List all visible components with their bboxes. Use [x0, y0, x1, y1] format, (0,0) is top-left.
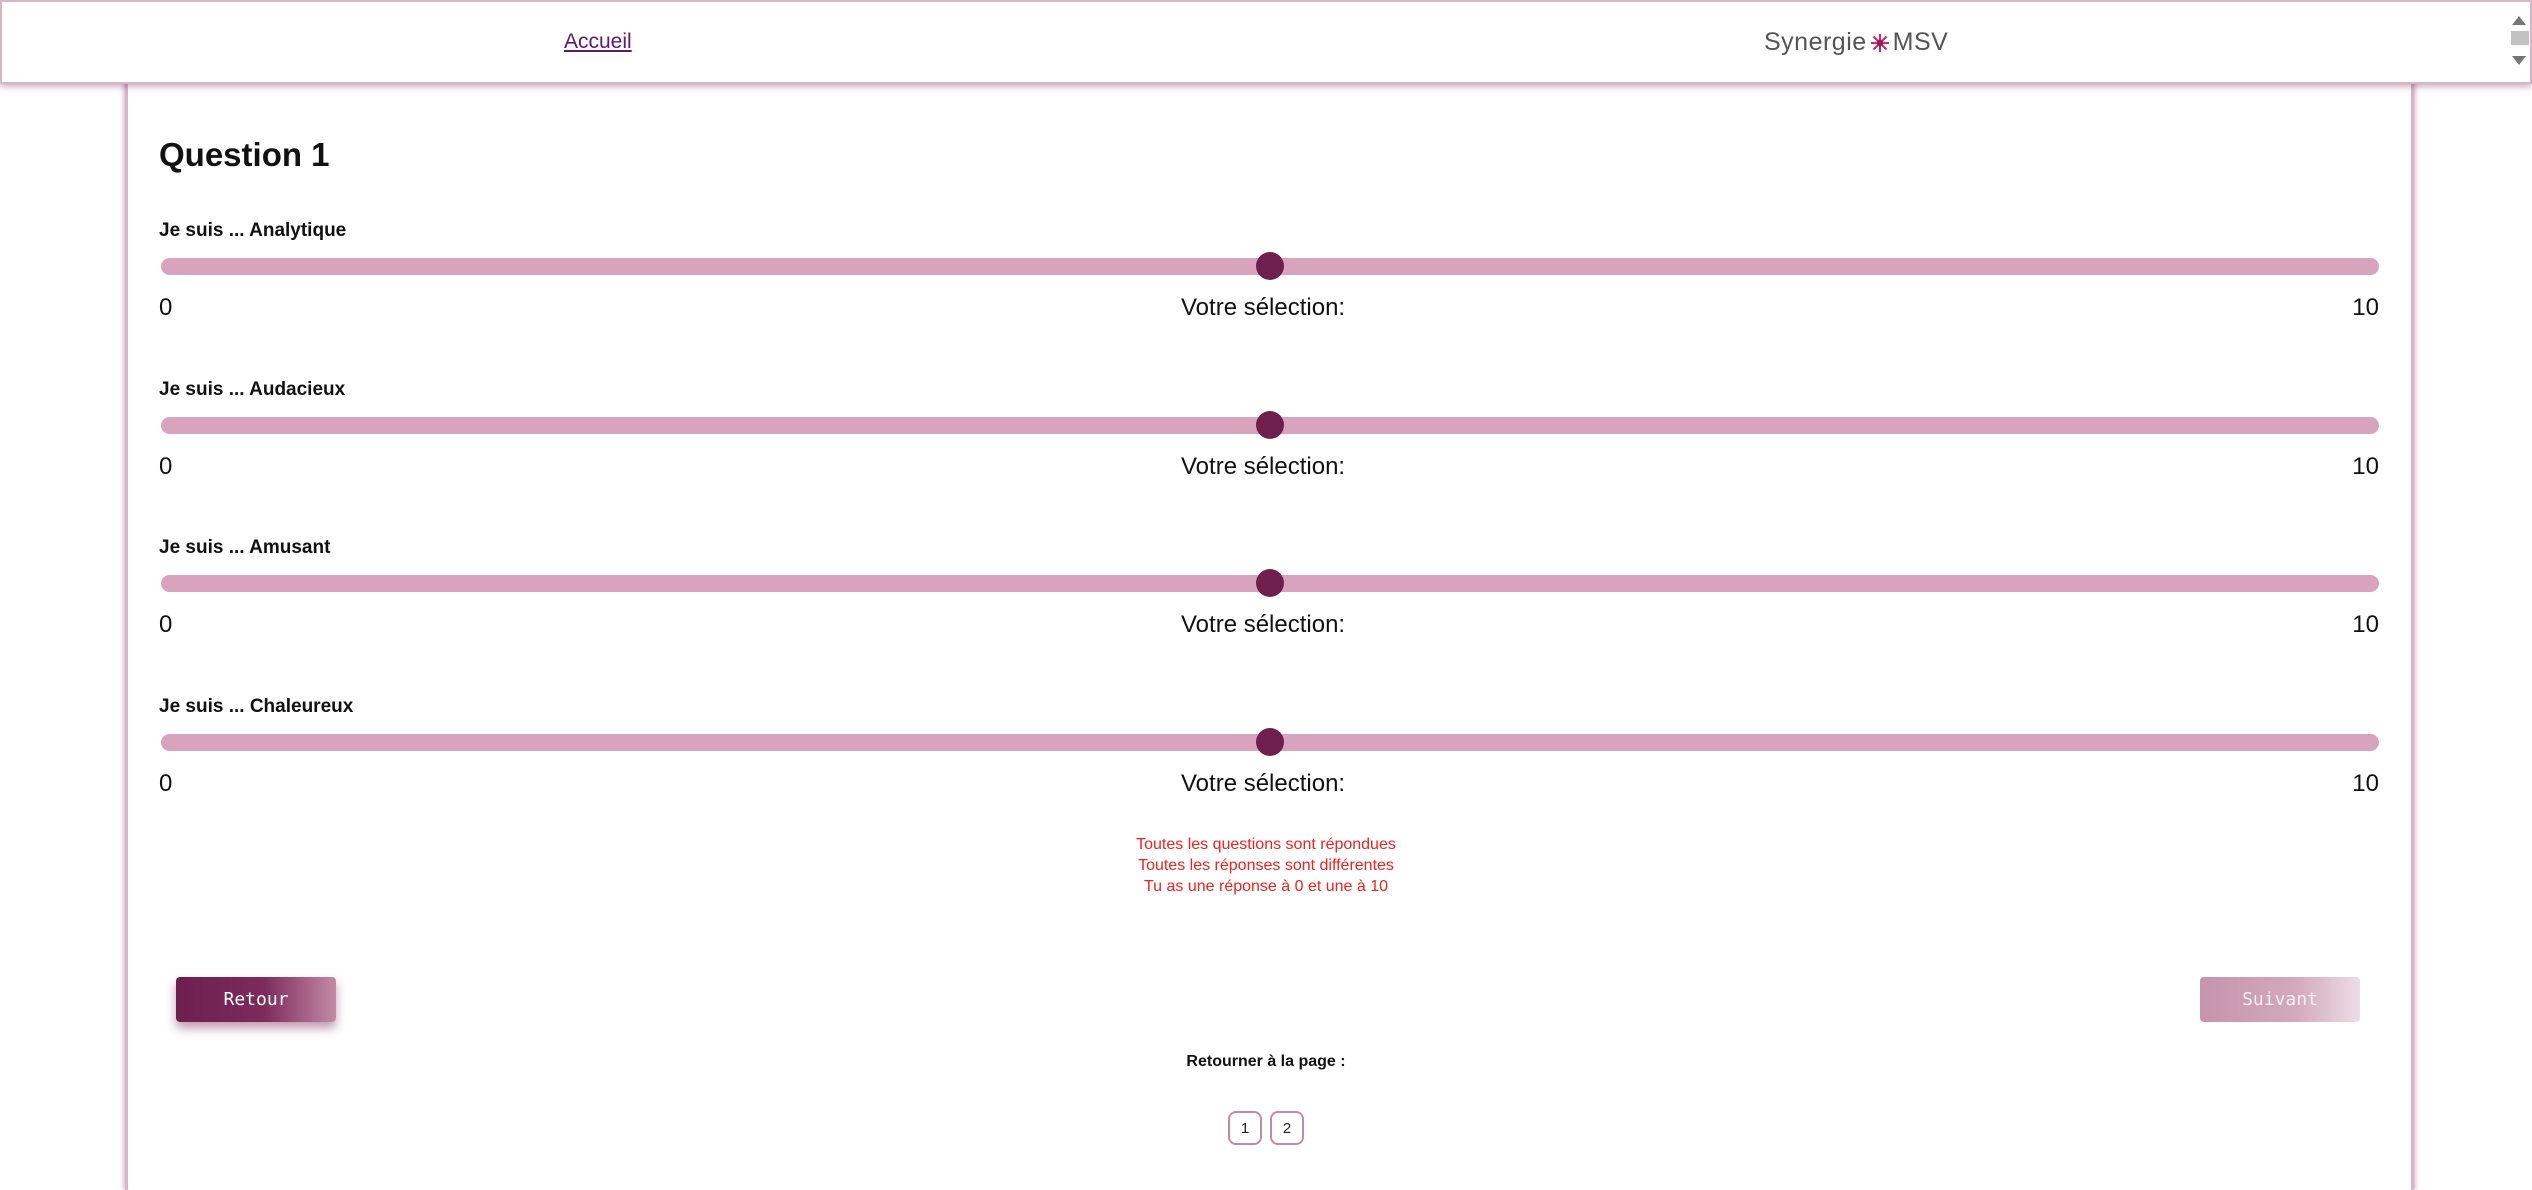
- slider-min-value: 0: [159, 770, 173, 797]
- scroll-thumb[interactable]: [2511, 31, 2529, 45]
- slider-selection-label: Votre sélection:: [1181, 453, 1346, 480]
- page-pagination: 1 2: [0, 1111, 2532, 1145]
- slider-selection-label: Votre sélection:: [1181, 611, 1346, 638]
- slider-min-value: 0: [159, 453, 173, 480]
- slider-track[interactable]: [161, 569, 2379, 597]
- validation-messages: Toutes les questions sont répondues Tout…: [0, 834, 2532, 897]
- scroll-down-arrow-icon[interactable]: [2512, 56, 2526, 65]
- slider-label: Je suis ... Amusant: [159, 537, 331, 558]
- scroll-up-arrow-icon[interactable]: [2512, 16, 2526, 25]
- slider-min-value: 0: [159, 294, 173, 321]
- brand-logo-icon: [1870, 33, 1889, 52]
- top-header: Accueil Synergie MSV: [0, 0, 2532, 84]
- page-button-2[interactable]: 2: [1270, 1111, 1304, 1145]
- slider-label: Je suis ... Analytique: [159, 220, 347, 241]
- validation-message: Tu as une réponse à 0 et une à 10: [1143, 878, 1389, 895]
- validation-message: Toutes les réponses sont différentes: [1138, 857, 1394, 874]
- page-button-1[interactable]: 1: [1228, 1111, 1262, 1145]
- slider-min-value: 0: [159, 611, 173, 638]
- brand-name-right: MSV: [1892, 28, 1949, 56]
- slider-max-value: 10: [2352, 770, 2379, 797]
- question-title: Question 1: [159, 136, 330, 173]
- slider-analytique: Je suis ... Analytique 0 Votre sélection…: [159, 220, 2379, 330]
- slider-selection-label: Votre sélection:: [1181, 770, 1346, 797]
- brand-logo: Synergie MSV: [1764, 28, 1948, 57]
- slider-track[interactable]: [161, 411, 2379, 439]
- slider-chaleureux: Je suis ... Chaleureux 0 Votre sélection…: [159, 696, 2379, 806]
- slider-label: Je suis ... Audacieux: [159, 379, 346, 400]
- slider-track[interactable]: [161, 728, 2379, 756]
- return-to-page-label: Retourner à la page :: [1186, 1053, 1346, 1070]
- slider-thumb[interactable]: [1256, 569, 1284, 597]
- slider-max-value: 10: [2352, 453, 2379, 480]
- validation-message: Toutes les questions sont répondues: [1136, 836, 1396, 853]
- slider-selection-label: Votre sélection:: [1181, 294, 1346, 321]
- page-scrollbar[interactable]: [2508, 8, 2530, 72]
- next-button[interactable]: Suivant: [2200, 977, 2360, 1022]
- slider-max-value: 10: [2352, 294, 2379, 321]
- home-link[interactable]: Accueil: [564, 30, 632, 54]
- brand-name-left: Synergie: [1764, 28, 1867, 56]
- slider-amusant: Je suis ... Amusant 0 Votre sélection: 1…: [159, 537, 2379, 647]
- slider-label: Je suis ... Chaleureux: [159, 696, 354, 717]
- slider-thumb[interactable]: [1256, 728, 1284, 756]
- slider-thumb[interactable]: [1256, 252, 1284, 280]
- slider-audacieux: Je suis ... Audacieux 0 Votre sélection:…: [159, 379, 2379, 489]
- slider-track[interactable]: [161, 252, 2379, 280]
- slider-thumb[interactable]: [1256, 411, 1284, 439]
- slider-max-value: 10: [2352, 611, 2379, 638]
- back-button[interactable]: Retour: [176, 977, 336, 1022]
